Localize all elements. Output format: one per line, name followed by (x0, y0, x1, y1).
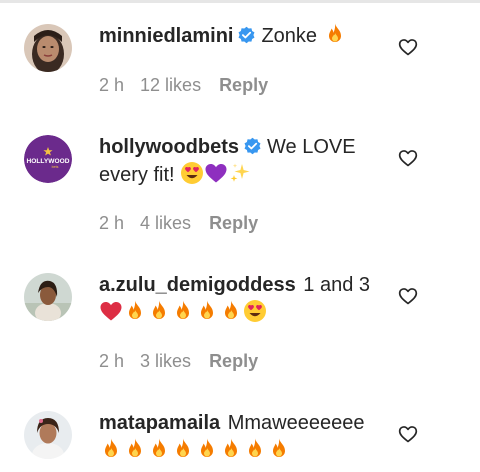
like-heart-icon[interactable] (398, 148, 418, 168)
purple-heart-emoji-icon (205, 164, 227, 183)
like-count[interactable]: 3 likes (140, 351, 191, 371)
timestamp: 2 h (99, 75, 125, 95)
fire-emoji-icon (177, 300, 189, 319)
fire-emoji-icon (328, 23, 341, 42)
comment-meta: 2 h 12 likes Reply (99, 74, 284, 96)
username[interactable]: matapamaila (99, 412, 220, 434)
fire-emoji-icon (177, 438, 189, 457)
comment-text: minniedlamini Zonke (99, 22, 389, 50)
fire-emoji-icon (225, 300, 237, 319)
timestamp: 2 h (99, 213, 125, 233)
like-count[interactable]: 12 likes (140, 75, 201, 95)
username[interactable]: a.zulu_demigoddess (99, 274, 296, 296)
like-heart-icon[interactable] (398, 37, 418, 57)
comment-meta: 2 h 3 likes Reply (99, 350, 274, 372)
fire-emoji-icon (105, 438, 117, 457)
like-count[interactable]: 4 likes (140, 213, 191, 233)
verified-badge-icon (238, 26, 255, 44)
comment-text: a.zulu_demigoddess 1 and 3 (99, 271, 389, 327)
heart-eyes-emoji-icon (244, 300, 266, 322)
fire-emoji-icon (129, 438, 141, 457)
fire-emoji-icon (225, 438, 237, 457)
comment-text: matapamaila Mmaweeeeeee (99, 409, 389, 465)
fire-emoji-icon (201, 300, 213, 319)
avatar[interactable] (24, 273, 72, 321)
comment-text: hollywoodbets We LOVE every fit! (99, 133, 389, 189)
fire-emoji-icon (273, 438, 285, 457)
like-heart-icon[interactable] (398, 286, 418, 306)
sparkles-emoji-icon (230, 163, 250, 182)
fire-emoji-icon (201, 438, 213, 457)
reply-button[interactable]: Reply (209, 213, 258, 233)
top-divider (0, 0, 480, 3)
reply-button[interactable]: Reply (209, 351, 258, 371)
comment-body: 1 and 3 (303, 274, 371, 296)
fire-emoji-icon (153, 300, 165, 319)
reply-button[interactable]: Reply (219, 75, 268, 95)
avatar[interactable] (24, 24, 72, 72)
like-heart-icon[interactable] (398, 424, 418, 444)
svg-text:bets: bets (52, 165, 59, 169)
fire-emoji-icon (129, 300, 141, 319)
avatar[interactable]: HOLLYWOOD bets (24, 135, 72, 183)
fire-emoji-icon (249, 438, 261, 457)
timestamp: 2 h (99, 351, 125, 371)
username[interactable]: minniedlamini (99, 25, 233, 47)
comment-body: Mmaweeeeeee (227, 412, 365, 434)
fire-emoji-icon (153, 438, 165, 457)
red-heart-emoji-icon (100, 302, 122, 321)
verified-badge-icon (244, 137, 261, 155)
hollywood-logo-text: HOLLYWOOD (27, 158, 70, 165)
avatar[interactable] (24, 411, 72, 459)
comment-body: Zonke (261, 25, 318, 47)
username[interactable]: hollywoodbets (99, 136, 239, 158)
comment-meta: 2 h 4 likes Reply (99, 212, 274, 234)
heart-eyes-emoji-icon (181, 162, 204, 184)
